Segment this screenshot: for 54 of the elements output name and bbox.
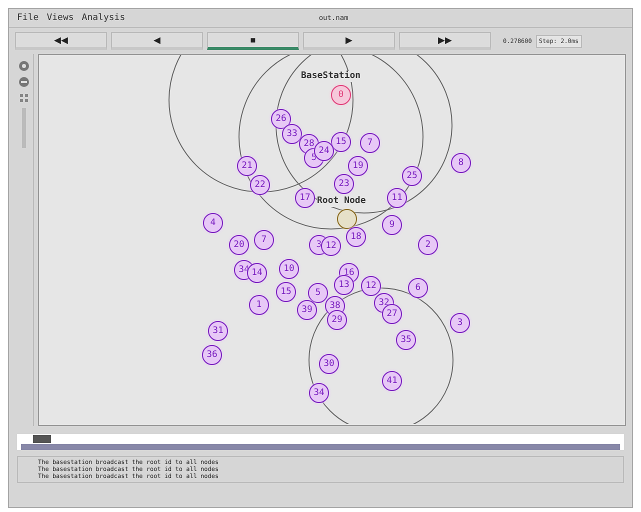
network-node[interactable]: 26 — [271, 109, 291, 129]
network-node[interactable]: 30 — [319, 354, 339, 374]
network-node[interactable]: 11 — [387, 188, 407, 208]
slider-thumb[interactable] — [32, 435, 51, 443]
network-node[interactable]: 18 — [346, 227, 366, 247]
network-node[interactable]: 14 — [247, 263, 267, 283]
network-node[interactable]: 20 — [229, 235, 249, 255]
network-node[interactable]: 5 — [308, 283, 328, 303]
playback-button[interactable]: ▶ — [303, 32, 395, 50]
network-node[interactable]: 23 — [334, 174, 354, 194]
timeline-slider[interactable] — [17, 434, 624, 450]
playback-button[interactable]: ■ — [207, 32, 299, 50]
network-node[interactable]: 17 — [295, 188, 315, 208]
playback-button[interactable]: ◀◀ — [15, 32, 107, 50]
network-node[interactable]: 21 — [237, 156, 257, 176]
network-node[interactable] — [337, 209, 357, 229]
grid-icon[interactable] — [18, 92, 30, 104]
network-node[interactable]: 9 — [382, 215, 402, 235]
playback-button[interactable]: ▶▶ — [399, 32, 491, 50]
network-node[interactable]: 19 — [348, 156, 368, 176]
network-node[interactable]: 7 — [360, 133, 380, 153]
node-caption: BaseStation — [301, 71, 361, 82]
network-node[interactable]: 13 — [334, 275, 354, 295]
network-node[interactable]: 4 — [203, 213, 223, 233]
network-node[interactable]: 6 — [408, 278, 428, 298]
menu-item[interactable]: Analysis — [78, 13, 130, 23]
network-node[interactable]: 36 — [202, 345, 222, 365]
network-node[interactable]: 1 — [249, 295, 269, 315]
network-node[interactable]: 29 — [327, 310, 347, 330]
network-node[interactable]: 35 — [396, 330, 416, 350]
network-node[interactable]: 3 — [450, 313, 470, 333]
zoom-out-icon[interactable] — [18, 76, 30, 88]
network-node[interactable]: 41 — [382, 371, 402, 391]
network-node[interactable]: 10 — [279, 259, 299, 279]
network-node[interactable]: 33 — [282, 124, 302, 144]
network-node[interactable]: 34 — [309, 383, 329, 403]
node-caption: Root Node — [317, 196, 366, 207]
network-node[interactable]: 2 — [418, 235, 438, 255]
network-node[interactable]: 25 — [402, 166, 422, 186]
network-node[interactable]: 27 — [382, 304, 402, 324]
network-node[interactable]: 39 — [297, 300, 317, 320]
network-node[interactable]: 7 — [254, 230, 274, 250]
network-node[interactable]: 12 — [321, 236, 341, 256]
network-node[interactable]: 12 — [361, 276, 381, 296]
network-node[interactable]: 22 — [250, 175, 270, 195]
network-node[interactable]: 0 — [331, 85, 351, 105]
network-node[interactable]: 31 — [208, 321, 228, 341]
menu-item[interactable]: File — [13, 13, 43, 23]
network-node[interactable]: 8 — [451, 153, 471, 173]
playback-button[interactable]: ◀ — [111, 32, 203, 50]
network-node[interactable]: 15 — [276, 282, 296, 302]
menu-item[interactable]: Views — [42, 13, 78, 23]
network-node[interactable]: 15 — [331, 132, 351, 152]
zoom-in-icon[interactable] — [18, 60, 30, 72]
